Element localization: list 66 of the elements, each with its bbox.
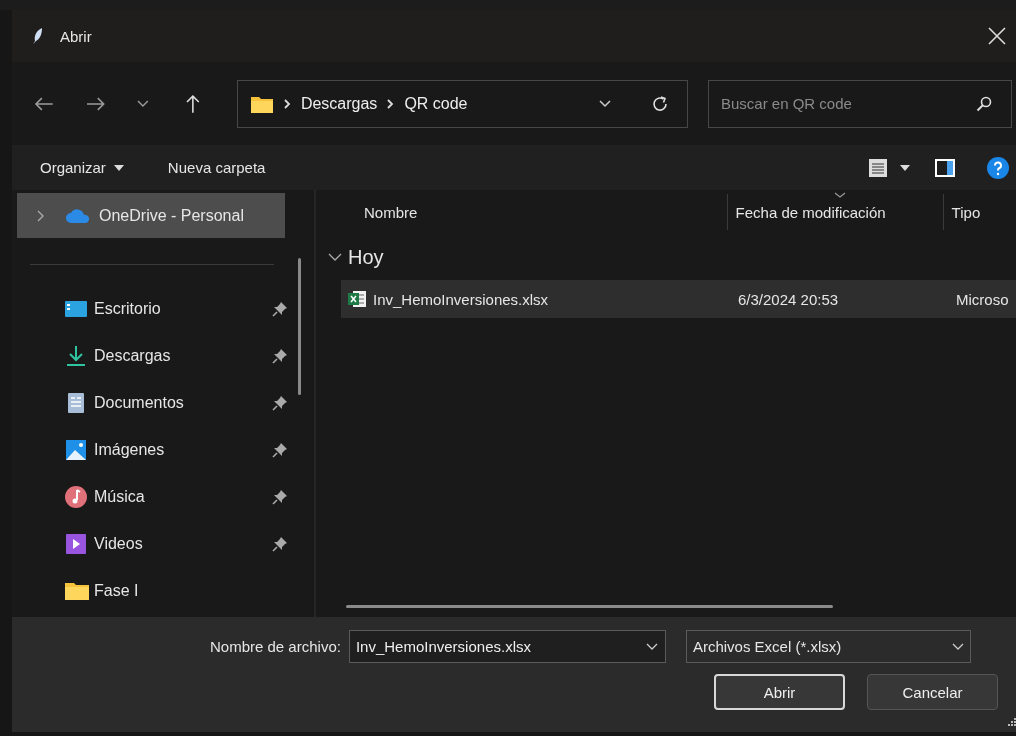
- sidebar-item[interactable]: Descargas: [12, 332, 288, 379]
- chevron-down-icon: [951, 642, 964, 651]
- list-view-icon[interactable]: [868, 157, 888, 178]
- sidebar-item[interactable]: Música: [12, 473, 288, 520]
- table-cell-text: Microso: [955, 290, 1010, 308]
- sidebar-item[interactable]: OneDrive - Personal: [17, 193, 285, 238]
- filename-field[interactable]: Inv_HemoInversiones.xlsx: [348, 630, 666, 663]
- group-header[interactable]: Hoy: [348, 245, 384, 269]
- resize-grip-icon[interactable]: [1008, 718, 1016, 726]
- preview-pane-icon[interactable]: [934, 157, 956, 178]
- up-arrow-icon[interactable]: [185, 93, 201, 114]
- column-header[interactable]: Fecha de modificación: [726, 194, 943, 230]
- file-row[interactable]: Inv_HemoInversiones.xlsx 6/3/2024 20:53 Microso: [341, 280, 1016, 318]
- forward-arrow-icon[interactable]: [85, 95, 106, 112]
- image-icon: [64, 438, 88, 461]
- pin-icon[interactable]: [272, 441, 288, 458]
- cancel-button[interactable]: Cancelar: [867, 674, 998, 710]
- close-icon[interactable]: [988, 27, 1006, 45]
- table-cell-text: 6/3/2024 20:53: [737, 290, 840, 308]
- pin-icon[interactable]: [272, 535, 288, 552]
- sort-caret-icon: [834, 192, 846, 198]
- help-icon[interactable]: [986, 155, 1010, 180]
- pin-icon[interactable]: [272, 394, 288, 411]
- refresh-icon[interactable]: [651, 94, 669, 113]
- music-note-icon: [64, 484, 88, 509]
- scrollbar[interactable]: [298, 258, 301, 395]
- window-title: Abrir: [60, 27, 93, 45]
- file-name: Inv_HemoInversiones.xlsx: [373, 290, 549, 308]
- address-bar[interactable]: Descargas QR code: [236, 79, 688, 128]
- organize-button[interactable]: Organizar: [30, 155, 134, 180]
- sidebar-item[interactable]: Imágenes: [12, 426, 288, 473]
- folder-icon: [64, 580, 90, 601]
- sidebar-item[interactable]: Videos: [12, 520, 288, 567]
- pin-icon[interactable]: [272, 347, 288, 364]
- filename-label: Nombre de archivo:: [210, 638, 341, 655]
- new-folder-button[interactable]: Nueva carpeta: [157, 155, 276, 180]
- pin-icon[interactable]: [272, 488, 288, 505]
- caret-down-icon: [113, 164, 124, 171]
- chevron-down-icon[interactable]: [645, 643, 658, 651]
- chevron-right-icon: [283, 98, 291, 109]
- breadcrumb-segment[interactable]: Descargas: [300, 94, 378, 113]
- chevron-down-icon[interactable]: [599, 99, 611, 108]
- column-header[interactable]: Tipo: [942, 194, 1016, 230]
- video-icon: [64, 531, 88, 556]
- open-button[interactable]: Abrir: [714, 674, 845, 710]
- chevron-down-icon[interactable]: [137, 99, 150, 108]
- search-icon: [976, 95, 992, 112]
- pin-icon[interactable]: [272, 300, 288, 317]
- chevron-right-icon: [387, 98, 395, 109]
- caret-down-icon[interactable]: [900, 164, 910, 171]
- search-field[interactable]: Buscar en QR code: [708, 79, 1012, 128]
- cloud-icon: [65, 207, 91, 224]
- chevron-down-icon[interactable]: [328, 252, 342, 262]
- sidebar-item[interactable]: Documentos: [12, 379, 288, 426]
- breadcrumb-segment[interactable]: QR code: [404, 94, 468, 113]
- chevron-right-icon[interactable]: [35, 209, 45, 222]
- file-type-dropdown[interactable]: Archivos Excel (*.xlsx): [685, 630, 971, 663]
- feather-icon: [32, 27, 44, 45]
- scrollbar[interactable]: [346, 604, 833, 608]
- column-header[interactable]: Nombre: [316, 194, 727, 230]
- desktop-icon: [64, 298, 88, 319]
- sidebar-item[interactable]: Fase I: [12, 567, 288, 614]
- back-arrow-icon[interactable]: [34, 95, 54, 112]
- sidebar-item[interactable]: Escritorio: [12, 285, 288, 332]
- spreadsheet-icon: [347, 289, 367, 309]
- download-icon: [64, 344, 88, 367]
